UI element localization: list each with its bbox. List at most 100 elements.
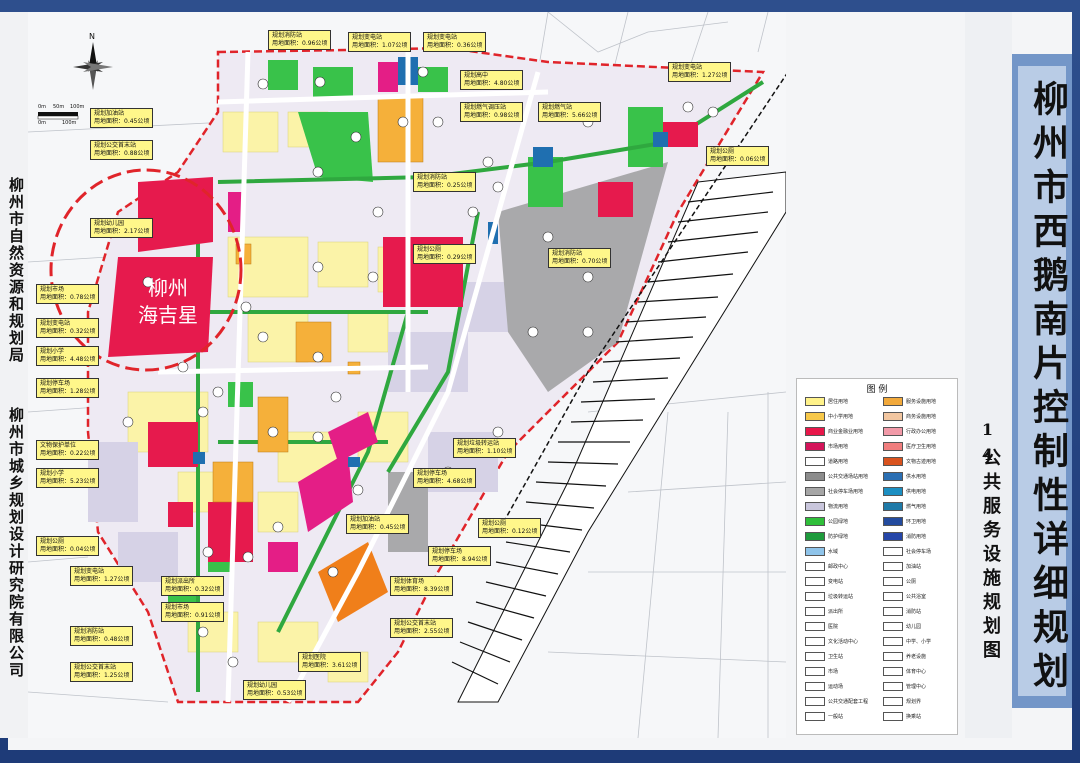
scale-bar: [37, 112, 79, 120]
legend-item: 社会停车场: [883, 547, 931, 556]
legend-label: 派出所: [828, 609, 844, 615]
north-label: N: [89, 32, 95, 41]
legend-label: 公共交通配套工程: [828, 699, 869, 705]
callout-4: 规划高中 用地面积：4.80公顷: [460, 70, 524, 90]
legend-label: 消防用地: [906, 534, 927, 540]
legend-item: 道路用地: [805, 457, 848, 466]
legend-item: 供电用地: [883, 487, 926, 496]
legend-label: 变电站: [828, 579, 844, 585]
legend-label: 医疗卫生用地: [906, 444, 937, 450]
legend-label: 居住用地: [828, 399, 849, 405]
legend-item: 幼儿园: [883, 622, 921, 631]
callout-10: 规划公厕 用地面积：0.06公顷: [706, 146, 770, 166]
legend-item: 邮政中心: [805, 562, 848, 571]
legend-swatch: [883, 577, 903, 586]
legend-item: 服务设施用地: [883, 397, 936, 406]
legend-item: 居住用地: [805, 397, 848, 406]
legend-item: 文化活动中心: [805, 637, 858, 646]
legend-label: 环卫用地: [906, 519, 927, 525]
callout-15: 规划市场 用地面积：0.78公顷: [36, 284, 100, 304]
legend-item: 养老设施: [883, 652, 926, 661]
legend-swatch: [805, 427, 825, 436]
scale-label-0: 0m: [38, 104, 47, 110]
callout-7: 规划燃气站 用地面积：5.66公顷: [538, 102, 602, 122]
callout-28: 规划派出所 用地面积：0.32公顷: [161, 576, 225, 596]
callout-25: 规划公厕 用地面积：0.04公顷: [36, 536, 100, 556]
legend-item: 变电站: [805, 577, 843, 586]
legend-label: 物流用地: [828, 504, 849, 510]
legend-label: 一般站: [828, 714, 844, 720]
title-inner: 柳州市西鹅南片控制性详细规划: [1018, 66, 1069, 696]
callout-29: 规划体育场 用地面积：8.39公顷: [390, 576, 454, 596]
legend-swatch: [805, 397, 825, 406]
legend-label: 公共浴室: [906, 594, 927, 600]
callout-22: 规划小学 用地面积：5.23公顷: [36, 468, 100, 488]
callout-20: 文物保护单位 用地面积：0.22公顷: [36, 440, 100, 460]
legend-swatch: [805, 682, 825, 691]
legend-label: 卫生站: [828, 654, 844, 660]
legend-item: 管理中心: [883, 682, 926, 691]
callout-32: 规划公交首末站 用地面积：2.55公顷: [390, 618, 454, 638]
legend-item: 公厕: [883, 577, 916, 586]
scale-label-100: 100m: [70, 104, 85, 110]
callout-2: 规划变电站 用地面积：1.07公顷: [348, 32, 412, 52]
legend-item: 中学、小学: [883, 637, 931, 646]
legend-item: 垃圾转运站: [805, 592, 853, 601]
legend-item: 水域: [805, 547, 838, 556]
legend-swatch: [883, 697, 903, 706]
legend-label: 中小学用地: [828, 414, 854, 420]
legend-item: 市场用地: [805, 442, 848, 451]
legend-label: 水域: [828, 549, 839, 555]
legend-label: 道路用地: [828, 459, 849, 465]
legend-label: 市场: [828, 669, 839, 675]
legend-swatch: [883, 637, 903, 646]
legend-swatch: [805, 592, 825, 601]
callout-12: 规划幼儿园 用地面积：2.17公顷: [90, 218, 154, 238]
legend-label: 体育中心: [906, 669, 927, 675]
callout-35: 规划幼儿园 用地面积：0.53公顷: [243, 680, 307, 700]
legend-item: 派出所: [805, 607, 843, 616]
legend-swatch: [805, 652, 825, 661]
legend-label: 行政办公用地: [906, 429, 937, 435]
callout-27: 规划变电站 用地面积：1.27公顷: [70, 566, 134, 586]
callout-26: 规划停车场 用地面积：8.94公顷: [428, 546, 492, 566]
callout-16: 规划变电站 用地面积：0.32公顷: [36, 318, 100, 338]
callout-14: 规划消防站 用地面积：0.70公顷: [548, 248, 612, 268]
legend-swatch: [883, 682, 903, 691]
legend-swatch: [805, 712, 825, 721]
legend-swatch: [883, 472, 903, 481]
legend-title: 图 例: [866, 385, 888, 395]
legend-item: 公共交通配套工程: [805, 697, 868, 706]
legend-label: 公共交通场站用地: [828, 474, 869, 480]
callout-21: 规划停车场 用地面积：4.68公顷: [413, 468, 477, 488]
callout-17: 规划小学 用地面积：4.48公顷: [36, 346, 100, 366]
legend-label: 社会停车场: [906, 549, 932, 555]
institute-name: 柳州市城乡规划设计研究院有限公司: [7, 407, 25, 679]
legend-item: 社会停车场用地: [805, 487, 863, 496]
legend-label: 幼儿园: [906, 624, 922, 630]
legend-swatch: [883, 502, 903, 511]
legend-label: 规划界: [906, 699, 922, 705]
legend-item: 中小学用地: [805, 412, 853, 421]
haijixing-label: 柳州 海吉星: [138, 276, 198, 327]
subtitle-strip: 14 公共服务设施规划图: [965, 12, 1012, 738]
legend-label: 市场用地: [828, 444, 849, 450]
legend-swatch: [805, 457, 825, 466]
legend-item: 公共浴室: [883, 592, 926, 601]
legend-swatch: [805, 532, 825, 541]
legend-label: 邮政中心: [828, 564, 849, 570]
callout-19: 规划垃圾转运站 用地面积：1.10公顷: [453, 438, 517, 458]
legend-label: 养老设施: [906, 654, 927, 660]
callout-3: 规划变电站 用地面积：0.36公顷: [423, 32, 487, 52]
legend-item: 公园绿地: [805, 517, 848, 526]
callout-33: 规划公交首末站 用地面积：1.25公顷: [70, 662, 134, 682]
scale-label-100b: 100m: [62, 120, 77, 126]
legend-item: 公共交通场站用地: [805, 472, 868, 481]
legend-item: 规划界: [883, 697, 921, 706]
legend-label: 中学、小学: [906, 639, 932, 645]
callout-1: 规划消防站 用地面积：0.96公顷: [268, 30, 332, 50]
legend-swatch: [883, 397, 903, 406]
legend-swatch: [883, 592, 903, 601]
map-canvas: N 0m 50m 100m 0m 100m 柳州 海吉星 规划消防站 用地面积：0…: [28, 12, 786, 738]
legend-item: 消防站: [883, 607, 921, 616]
